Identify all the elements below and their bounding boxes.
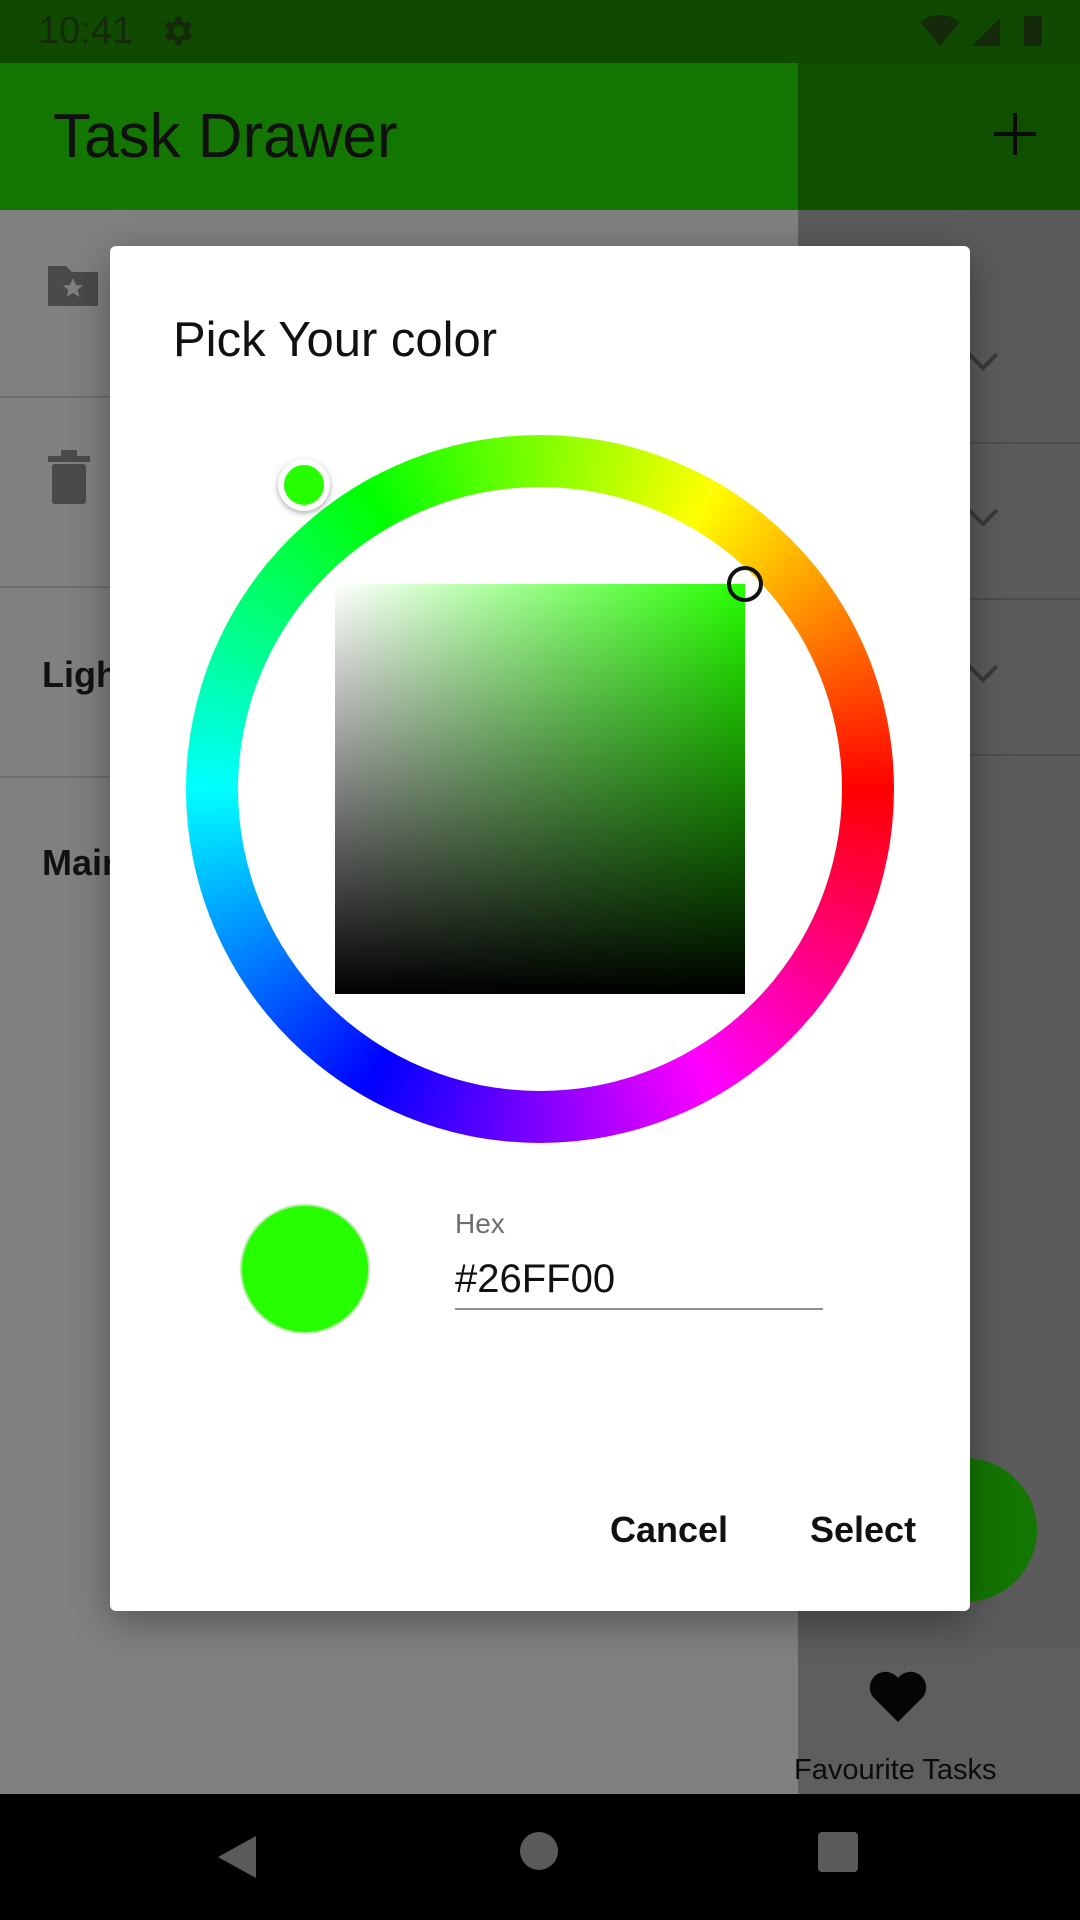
- color-picker-dialog: Pick Your color Hex Cancel Select: [110, 246, 970, 1611]
- hue-handle[interactable]: [278, 459, 330, 511]
- recents-icon[interactable]: [818, 1832, 858, 1872]
- settings-gear-icon: [164, 16, 193, 46]
- chevron-down-icon: [967, 664, 999, 683]
- chevron-down-icon: [967, 352, 999, 371]
- battery-icon: [1024, 16, 1042, 46]
- drawer-item-label: Ligh: [42, 654, 118, 695]
- app-bar-actions: [798, 63, 1080, 210]
- hex-label: Hex: [455, 1208, 505, 1239]
- back-icon[interactable]: [216, 1834, 258, 1880]
- cancel-button[interactable]: Cancel: [610, 1502, 728, 1558]
- app-title: Task Drawer: [53, 102, 398, 171]
- trash-icon: [48, 450, 90, 504]
- home-icon[interactable]: [520, 1832, 558, 1870]
- color-preview-swatch: [240, 1204, 370, 1334]
- saturation-value-square[interactable]: [335, 584, 745, 994]
- heart-icon: [869, 1671, 927, 1722]
- saturation-value-handle[interactable]: [727, 566, 763, 602]
- system-nav-bar: [0, 1794, 1080, 1920]
- wifi-icon: [920, 15, 960, 46]
- drawer-item-label: Mair: [42, 842, 117, 883]
- hex-input[interactable]: [455, 1250, 823, 1310]
- dialog-title: Pick Your color: [173, 313, 498, 367]
- bottom-nav-favourites[interactable]: Favourite Tasks: [794, 1648, 1080, 1794]
- chevron-down-icon: [967, 508, 999, 527]
- app-bar: Task Drawer: [0, 63, 798, 210]
- add-icon[interactable]: [990, 109, 1040, 159]
- select-button[interactable]: Select: [810, 1502, 916, 1558]
- folder-star-icon: [48, 266, 98, 306]
- color-wheel: [186, 435, 894, 1143]
- bottom-nav-label: Favourite Tasks: [794, 1754, 997, 1786]
- signal-icon: [972, 18, 1000, 46]
- status-bar: 10:41: [0, 0, 1080, 63]
- system-status-icons: [920, 15, 1042, 46]
- status-time: 10:41: [38, 10, 134, 52]
